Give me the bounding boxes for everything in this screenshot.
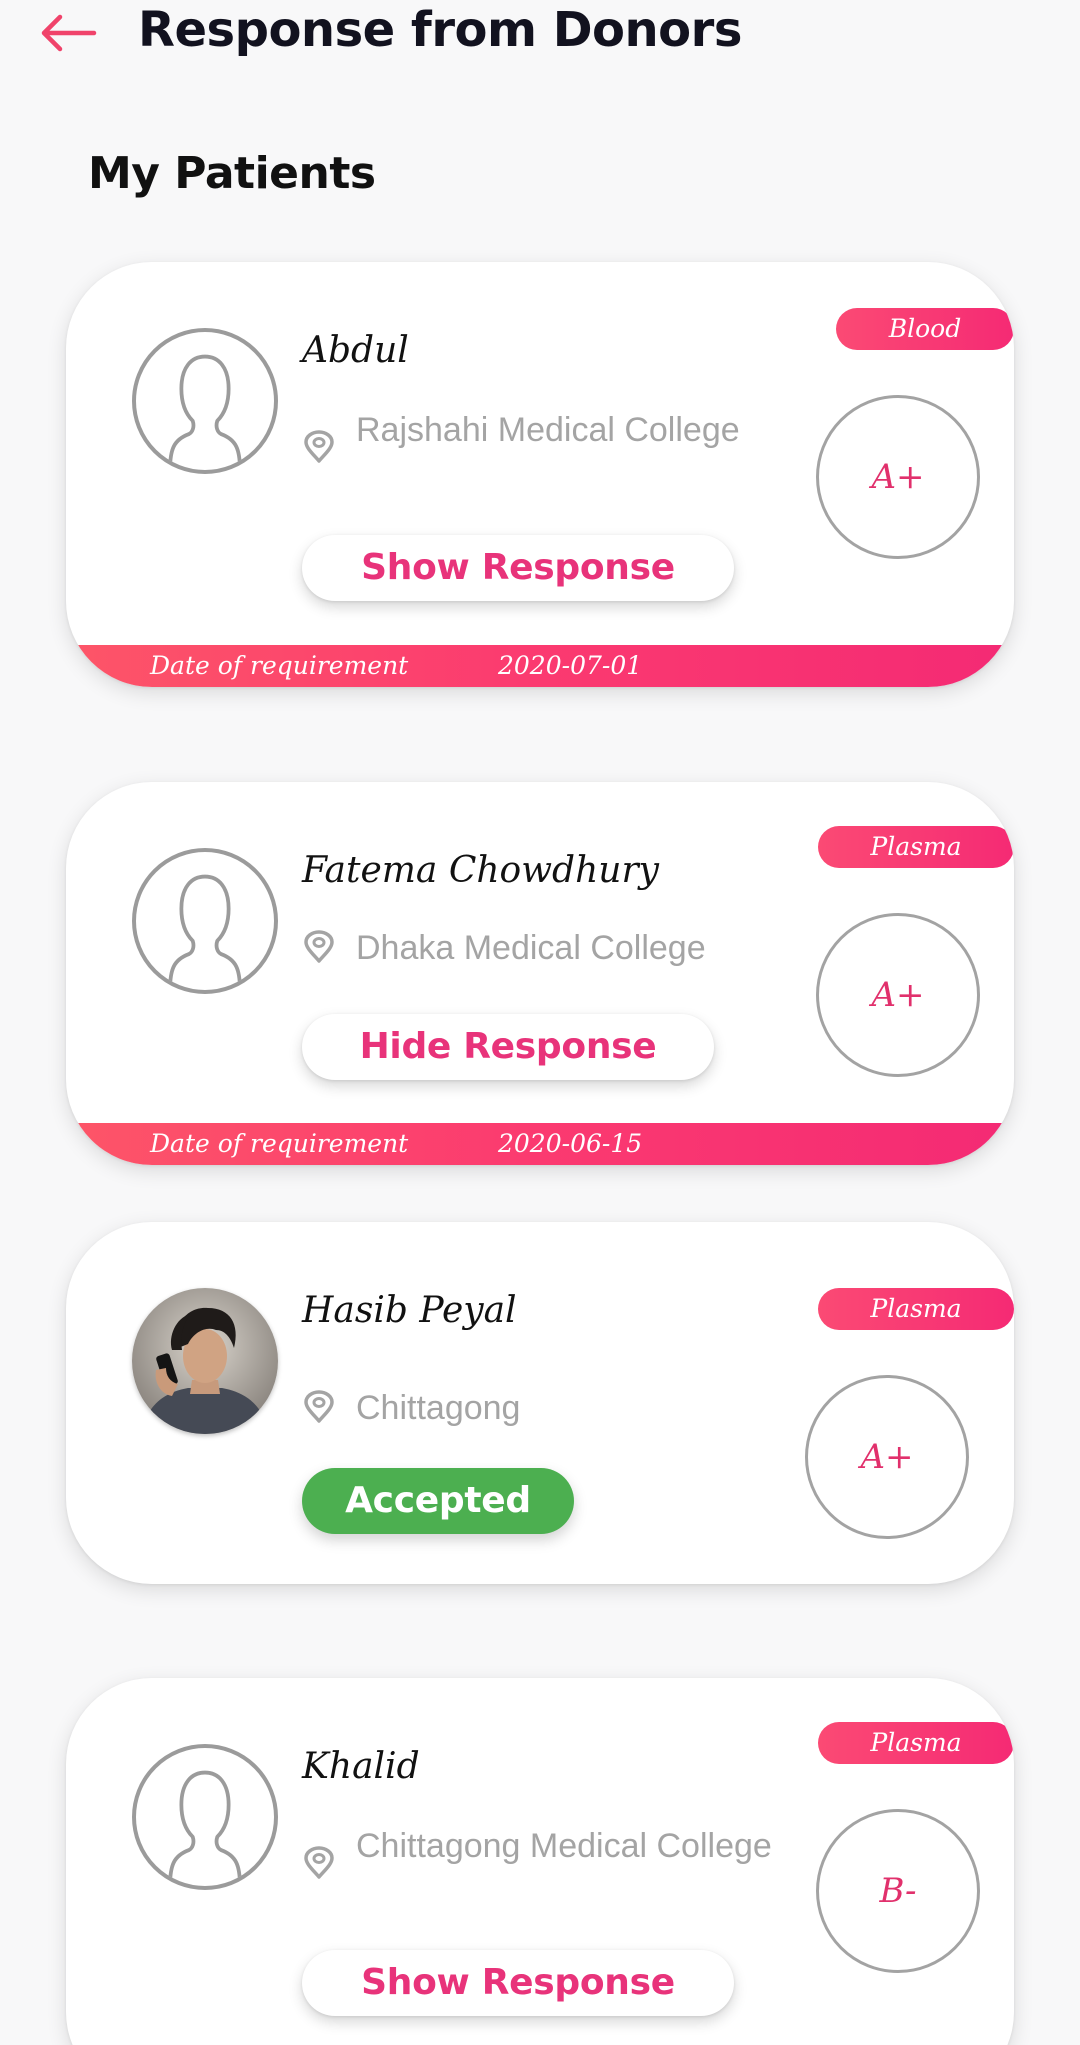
avatar	[132, 1288, 278, 1434]
top-bar: Response from Donors	[0, 0, 1080, 70]
location-pin-icon	[304, 1390, 334, 1423]
blood-group-circle: A+	[816, 395, 980, 559]
back-arrow-icon[interactable]	[36, 8, 100, 58]
location-pin-icon	[304, 930, 334, 963]
blood-group-circle: A+	[816, 913, 980, 1077]
default-person-icon	[168, 874, 242, 990]
blood-group-circle: B-	[816, 1809, 980, 1973]
accepted-status-button[interactable]: Accepted	[302, 1468, 574, 1534]
patient-card: Abdul Rajshahi Medical College Show Resp…	[66, 262, 1014, 687]
donation-type-badge: Plasma	[818, 1722, 1014, 1764]
date-label: Date of requirement	[150, 651, 409, 680]
patient-name: Abdul	[302, 330, 409, 371]
patient-card: Khalid Chittagong Medical College Show R…	[66, 1678, 1014, 2045]
page-title: Response from Donors	[138, 2, 742, 58]
date-of-requirement-bar: Date of requirement 2020-07-01	[66, 645, 1014, 687]
blood-group-circle: A+	[805, 1375, 969, 1539]
default-person-icon	[168, 1770, 242, 1886]
user-photo	[132, 1288, 278, 1434]
patient-card: Hasib Peyal Chittagong Accepted Plasma A…	[66, 1222, 1014, 1584]
date-of-requirement-bar: Date of requirement 2020-06-15	[66, 1123, 1014, 1165]
patient-location: Chittagong	[356, 1389, 521, 1427]
avatar	[132, 328, 278, 474]
patient-location: Rajshahi Medical College	[356, 411, 740, 449]
patient-location: Chittagong Medical College	[356, 1827, 772, 1865]
location-pin-icon	[304, 430, 334, 463]
patient-location: Dhaka Medical College	[356, 929, 706, 967]
section-title: My Patients	[88, 148, 376, 199]
date-value: 2020-07-01	[498, 651, 643, 680]
screen: Response from Donors My Patients Abdul R…	[0, 0, 1080, 2045]
show-response-button[interactable]: Show Response	[302, 1950, 734, 2016]
location-pin-icon	[304, 1846, 334, 1879]
patient-name: Fatema Chowdhury	[302, 850, 659, 891]
donation-type-badge: Plasma	[818, 1288, 1014, 1330]
patient-card: Fatema Chowdhury Dhaka Medical College H…	[66, 782, 1014, 1165]
show-response-button[interactable]: Show Response	[302, 535, 734, 601]
donation-type-badge: Plasma	[818, 826, 1014, 868]
hide-response-button[interactable]: Hide Response	[302, 1014, 714, 1080]
avatar	[132, 848, 278, 994]
date-value: 2020-06-15	[498, 1129, 643, 1158]
default-person-icon	[168, 354, 242, 470]
date-label: Date of requirement	[150, 1129, 409, 1158]
avatar	[132, 1744, 278, 1890]
patient-name: Khalid	[302, 1746, 420, 1787]
donation-type-badge: Blood	[836, 308, 1014, 350]
patient-name: Hasib Peyal	[302, 1290, 517, 1331]
